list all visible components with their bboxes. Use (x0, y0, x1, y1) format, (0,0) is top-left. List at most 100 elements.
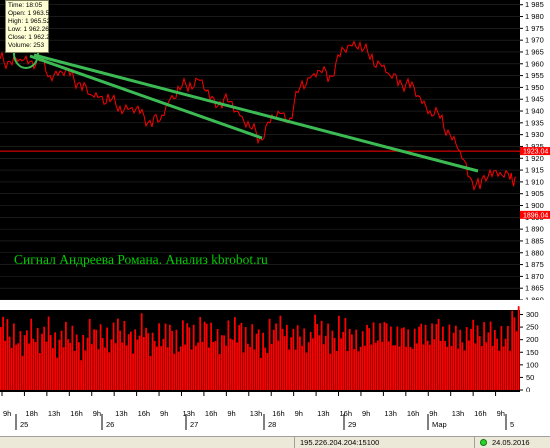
volume-bar (101, 338, 104, 390)
volume-tick-label: 300 (526, 310, 539, 319)
volume-bar (17, 343, 20, 390)
volume-bar (43, 326, 46, 390)
volume-bar (474, 343, 477, 390)
price-tick-label: 1 880 (525, 248, 544, 257)
volume-bar (114, 343, 117, 390)
price-tick-label: 1 915 (525, 166, 544, 175)
volume-tick-label: 250 (526, 323, 539, 332)
volume-bar (182, 320, 184, 390)
volume-bar (396, 326, 399, 390)
time-hour-label: 9h (160, 409, 168, 418)
volume-bar (169, 324, 171, 390)
time-hour-label: 16h (138, 409, 151, 418)
price-tick-label: 1 875 (525, 260, 544, 269)
price-tick-label: 1 965 (525, 47, 544, 56)
price-tick-label: 1 950 (525, 83, 544, 92)
volume-bar (119, 330, 121, 390)
volume-bar (472, 319, 475, 390)
volume-bar (218, 354, 221, 390)
volume-bar (238, 325, 241, 390)
volume-bar (468, 340, 470, 390)
status-date: 24.05.2016 (492, 438, 530, 447)
volume-bar (186, 323, 189, 390)
volume-bar (23, 335, 26, 390)
volume-bar (177, 351, 180, 390)
volume-bar (307, 342, 310, 390)
connection-status-icon (480, 439, 487, 446)
volume-bar (366, 324, 368, 390)
price-tick-label: 1 940 (525, 107, 544, 116)
time-hour-label: 16h (340, 409, 353, 418)
volume-bar (86, 337, 89, 390)
volume-bar (333, 338, 336, 390)
volume-bar (494, 330, 496, 390)
volume-bar (489, 321, 492, 390)
volume-bar (173, 353, 176, 390)
volume-bar (370, 344, 373, 390)
volume-tick-label: 100 (526, 360, 539, 369)
volume-bar (257, 329, 260, 390)
volume-bar (296, 325, 299, 390)
volume-bar (394, 345, 397, 390)
price-tick-label: 1 985 (525, 0, 544, 9)
volume-bar (383, 322, 386, 390)
volume-bar (351, 334, 353, 390)
volume-bar (156, 346, 158, 390)
current-price-badge: 1923.04 (520, 147, 550, 156)
price-tick-label: 1 930 (525, 130, 544, 139)
tooltip-line: Low: 1 962.26 (8, 26, 49, 34)
volume-bar (21, 355, 24, 390)
volume-bar (377, 340, 379, 390)
tooltip-line: Time: 18:05 (8, 2, 43, 9)
volume-bar (110, 339, 113, 390)
tooltip-line: Close: 1 962.29 (8, 34, 54, 42)
volume-bar (353, 349, 355, 390)
volume-bar (511, 310, 514, 390)
price-tick-label: 1 945 (525, 95, 544, 104)
volume-bar (398, 346, 401, 390)
volume-bar (507, 325, 509, 390)
volume-bar (403, 327, 405, 390)
volume-bar (465, 327, 468, 390)
price-tick-label: 1 885 (525, 236, 544, 245)
volume-bar (509, 350, 511, 390)
volume-bar (294, 349, 297, 390)
volume-bar (413, 328, 416, 390)
volume-bar (212, 342, 215, 390)
volume-bar (162, 339, 165, 390)
volume-bar (97, 349, 100, 390)
time-hour-label: 16h (272, 409, 285, 418)
volume-bar (407, 329, 410, 390)
volume-bar (316, 324, 319, 390)
status-separator (294, 437, 295, 448)
volume-bar (344, 317, 347, 390)
volume-bar (164, 323, 167, 390)
volume-bar (151, 332, 154, 390)
time-hour-label: 9h (362, 409, 370, 418)
volume-bar (264, 347, 267, 390)
volume-bar (32, 338, 35, 390)
volume-bar (374, 342, 377, 390)
volume-bar (175, 329, 178, 390)
volume-bar (125, 345, 128, 390)
volume-bar (160, 346, 163, 390)
volume-bar (303, 328, 306, 390)
tooltip-line: Open: 1 963.5 (8, 10, 50, 18)
price-tick-label: 1 900 (525, 201, 544, 210)
volume-bar (73, 350, 76, 390)
volume-bar (483, 322, 485, 390)
volume-bar (138, 335, 141, 390)
time-hour-label: 13h (48, 409, 61, 418)
chart-canvas: 1 985 1 980 1 975 1 970 1 965 1 960 1 955 1 950… (0, 0, 550, 436)
volume-bar (500, 326, 503, 390)
volume-bar (221, 335, 223, 390)
volume-bar (348, 328, 351, 390)
connection-address: 195.226.204.204:15100 (300, 438, 380, 447)
volume-bar (513, 317, 516, 390)
time-hour-label: 16h (407, 409, 420, 418)
volume-bar (99, 324, 102, 390)
volume-bar (0, 327, 2, 390)
volume-bar (208, 347, 210, 390)
volume-bar (34, 342, 37, 390)
volume-bar (431, 323, 433, 390)
